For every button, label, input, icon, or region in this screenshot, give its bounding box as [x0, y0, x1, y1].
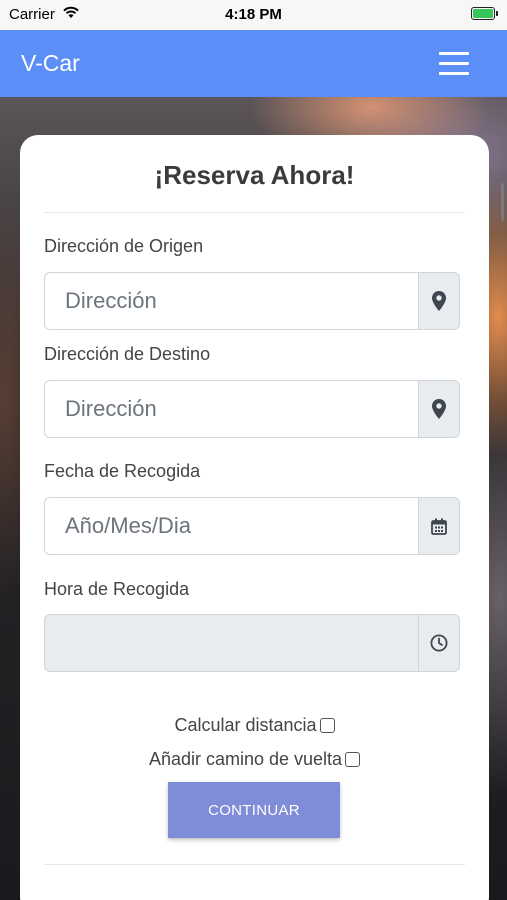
return-trip-checkbox[interactable] [345, 752, 361, 767]
map-pin-icon [432, 291, 446, 311]
pickup-date-input-group [44, 497, 460, 555]
return-trip-label: Añadir camino de vuelta [148, 749, 343, 769]
destination-input[interactable] [45, 381, 417, 437]
clock-icon [430, 634, 448, 652]
origin-input-group [44, 272, 460, 330]
calendar-icon [431, 518, 447, 535]
date-picker-button[interactable] [418, 498, 459, 554]
brand-logo[interactable]: V-Car [21, 50, 80, 77]
status-time: 4:18 PM [225, 6, 282, 23]
destination-location-button[interactable] [418, 381, 459, 437]
calc-distance-checkbox[interactable] [319, 718, 335, 733]
booking-card: ¡Reserva Ahora! Dirección de Origen Dire… [20, 135, 489, 900]
calc-distance-row: Calcular distancia [20, 715, 489, 736]
title-divider [44, 212, 465, 213]
continue-button[interactable]: CONTINUAR [168, 782, 340, 838]
status-bar: Carrier 4:18 PM [0, 0, 507, 30]
pickup-time-label: Hora de Recogida [44, 579, 190, 599]
pickup-time-input[interactable] [45, 615, 417, 671]
background-image: ¡Reserva Ahora! Dirección de Origen Dire… [0, 97, 507, 900]
origin-location-button[interactable] [418, 273, 459, 329]
bottom-divider [44, 864, 465, 865]
battery-icon [471, 7, 498, 20]
navbar: V-Car [0, 30, 507, 97]
scroll-indicator[interactable] [501, 183, 504, 221]
return-trip-row: Añadir camino de vuelta [20, 749, 489, 770]
origin-input[interactable] [45, 273, 417, 329]
map-pin-icon [432, 399, 446, 419]
card-title: ¡Reserva Ahora! [154, 160, 355, 190]
calc-distance-label: Calcular distancia [174, 715, 317, 735]
time-picker-button[interactable] [418, 615, 459, 671]
pickup-date-input[interactable] [45, 498, 417, 554]
origin-label: Dirección de Origen [44, 236, 204, 256]
pickup-time-input-group [44, 614, 460, 672]
destination-input-group [44, 380, 460, 438]
destination-label: Dirección de Destino [44, 344, 211, 364]
menu-icon[interactable] [439, 52, 469, 76]
pickup-date-label: Fecha de Recogida [44, 461, 201, 481]
